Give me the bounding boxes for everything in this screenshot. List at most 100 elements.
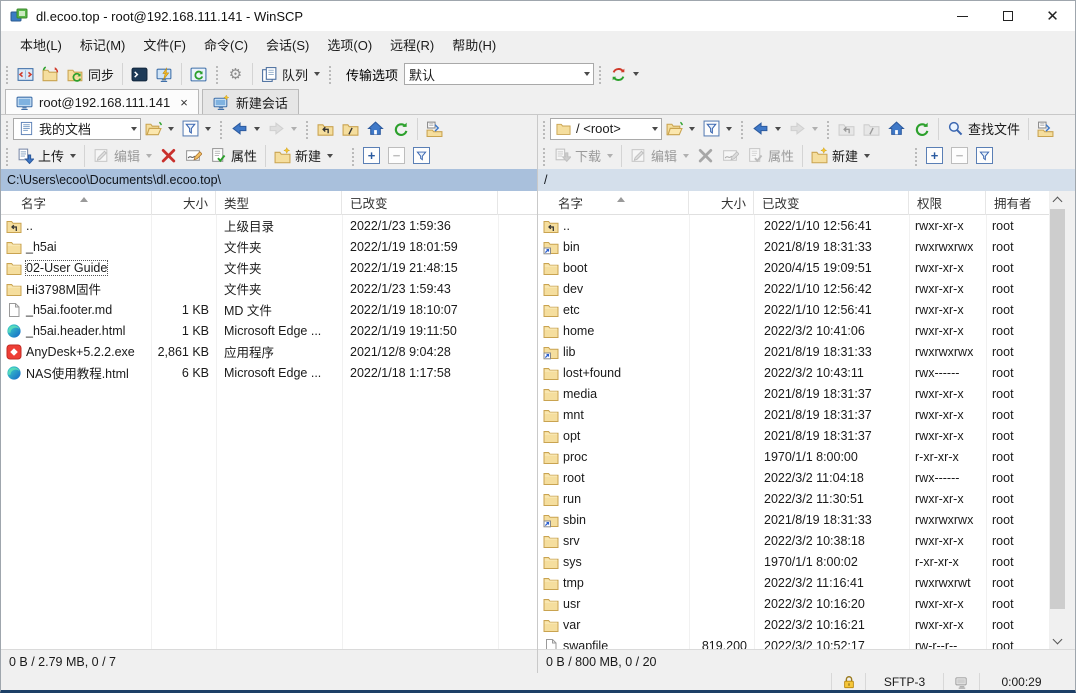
toolbar-grip[interactable] (5, 64, 10, 84)
remote-path-bar[interactable]: / (538, 169, 1076, 191)
remote-parent-directory-button[interactable] (834, 117, 859, 140)
file-row[interactable]: Hi3798M固件文件夹2022/1/23 1:59:43 (1, 278, 537, 299)
remote-back-button[interactable] (748, 117, 785, 140)
file-row[interactable]: lib2021/8/19 18:31:33rwxrwxrwxroot (538, 341, 1049, 362)
file-row[interactable]: root2022/3/2 11:04:18rwx------root (538, 467, 1049, 488)
remote-follow-symlinks-button[interactable] (1033, 117, 1058, 140)
remote-header-name[interactable]: 名字 (538, 191, 689, 215)
local-header-size[interactable]: 大小 (152, 191, 216, 215)
scrollbar-thumb[interactable] (1050, 209, 1065, 609)
refresh-session-button[interactable] (186, 63, 211, 86)
local-rename-button[interactable] (181, 144, 206, 167)
tab-new-session[interactable]: 新建会话 (202, 89, 299, 114)
maximize-button[interactable] (985, 1, 1030, 31)
toolbar-grip[interactable] (328, 64, 333, 84)
resize-grip[interactable] (1063, 673, 1075, 691)
file-row[interactable]: bin2021/8/19 18:31:33rwxrwxrwxroot (538, 236, 1049, 257)
local-selection-filter-button[interactable] (409, 144, 434, 167)
file-row[interactable]: boot2020/4/15 19:09:51rwxr-xr-xroot (538, 257, 1049, 278)
scrollbar-up-icon[interactable] (1049, 191, 1066, 208)
local-back-button[interactable] (227, 117, 264, 140)
remote-scrollbar[interactable] (1049, 191, 1066, 649)
remote-forward-button[interactable] (785, 117, 822, 140)
file-row[interactable]: ..2022/1/10 12:56:41rwxr-xr-xroot (538, 215, 1049, 236)
file-row[interactable]: proc1970/1/1 8:00:00r-xr-xr-xroot (538, 446, 1049, 467)
remote-header-size[interactable]: 大小 (689, 191, 754, 215)
queue-button[interactable]: 队列 (257, 62, 324, 87)
synchronize-button[interactable]: 同步 (63, 62, 118, 87)
file-row[interactable]: lost+found2022/3/2 10:43:11rwx------root (538, 362, 1049, 383)
file-row[interactable]: tmp2022/3/2 11:16:41rwxrwxrwtroot (538, 572, 1049, 593)
scrollbar-down-icon[interactable] (1049, 632, 1066, 649)
remote-select-button[interactable]: + (922, 144, 947, 167)
menu-local[interactable]: 本地(L) (11, 31, 71, 58)
synchronize-browsing-button[interactable] (38, 63, 63, 86)
menu-command[interactable]: 命令(C) (195, 31, 257, 58)
file-row[interactable]: srv2022/3/2 10:38:18rwxr-xr-xroot (538, 530, 1049, 551)
remote-header-owner[interactable]: 拥有者 (986, 191, 1049, 215)
remote-new-button[interactable]: 新建 (807, 143, 874, 168)
local-delete-button[interactable] (156, 144, 181, 167)
menu-help[interactable]: 帮助(H) (443, 31, 505, 58)
toolbar-grip[interactable] (914, 146, 919, 166)
menu-mark[interactable]: 标记(M) (71, 31, 135, 58)
menu-file[interactable]: 文件(F) (134, 31, 195, 58)
file-row[interactable]: _h5ai文件夹2022/1/19 18:01:59 (1, 236, 537, 257)
find-files-button[interactable]: 查找文件 (943, 116, 1024, 141)
remote-edit-button[interactable]: 编辑 (626, 143, 693, 168)
file-row[interactable]: AnyDesk+5.2.2.exe2,861 KB应用程序2021/12/8 9… (1, 341, 537, 362)
toolbar-grip[interactable] (740, 119, 745, 139)
remote-open-directory-button[interactable] (662, 117, 699, 140)
remote-header-perm[interactable]: 权限 (909, 191, 986, 215)
toolbar-grip[interactable] (542, 146, 547, 166)
file-row[interactable]: run2022/3/2 11:30:51rwxr-xr-xroot (538, 488, 1049, 509)
local-path-bar[interactable]: C:\Users\ecoo\Documents\dl.ecoo.top\ (1, 169, 537, 191)
remote-home-button[interactable] (884, 117, 909, 140)
remote-rename-button[interactable] (718, 144, 743, 167)
file-row[interactable]: usr2022/3/2 10:16:20rwxr-xr-xroot (538, 593, 1049, 614)
file-row[interactable]: _h5ai.footer.md1 KBMD 文件2022/1/19 18:10:… (1, 299, 537, 320)
local-header-changed[interactable]: 已改变 (342, 191, 498, 215)
file-row[interactable]: media2021/8/19 18:31:37rwxr-xr-xroot (538, 383, 1049, 404)
toolbar-grip[interactable] (305, 119, 310, 139)
download-button[interactable]: 下载 (550, 143, 617, 168)
toolbar-grip[interactable] (351, 146, 356, 166)
toolbar-grip[interactable] (5, 119, 10, 139)
file-row[interactable]: var2022/3/2 10:16:21rwxr-xr-xroot (538, 614, 1049, 635)
close-button[interactable]: ✕ (1030, 1, 1075, 31)
file-row[interactable]: ..上级目录2022/1/23 1:59:36 (1, 215, 537, 236)
local-open-directory-button[interactable] (141, 117, 178, 140)
file-row[interactable]: dev2022/1/10 12:56:42rwxr-xr-xroot (538, 278, 1049, 299)
remote-refresh-button[interactable] (909, 117, 934, 140)
local-parent-directory-button[interactable] (313, 117, 338, 140)
local-header-name[interactable]: 名字 (1, 191, 152, 215)
remote-directory-combobox[interactable]: / <root> (550, 118, 662, 140)
file-row[interactable]: 02-User Guide文件夹2022/1/19 21:48:15 (1, 257, 537, 278)
file-row[interactable]: sys1970/1/1 8:00:02r-xr-xr-xroot (538, 551, 1049, 572)
local-drive-combobox[interactable]: 我的文档 (13, 118, 141, 140)
file-row[interactable]: home2022/3/2 10:41:06rwxr-xr-xroot (538, 320, 1049, 341)
remote-root-directory-button[interactable] (859, 117, 884, 140)
toolbar-grip[interactable] (5, 146, 10, 166)
menu-session[interactable]: 会话(S) (257, 31, 318, 58)
toolbar-grip[interactable] (215, 64, 220, 84)
local-new-button[interactable]: 新建 (270, 143, 337, 168)
local-root-directory-button[interactable] (338, 117, 363, 140)
remote-header-changed[interactable]: 已改变 (754, 191, 909, 215)
toolbar-grip[interactable] (826, 119, 831, 139)
transfer-settings-combobox[interactable]: 默认 (404, 63, 594, 85)
local-follow-symlinks-button[interactable] (422, 117, 447, 140)
open-terminal-button[interactable] (127, 63, 152, 86)
compare-directories-button[interactable] (13, 63, 38, 86)
local-unselect-button[interactable]: − (384, 144, 409, 167)
toolbar-grip[interactable] (598, 64, 603, 84)
local-refresh-button[interactable] (388, 117, 413, 140)
local-edit-button[interactable]: 编辑 (89, 143, 156, 168)
remote-filter-button[interactable] (699, 117, 736, 140)
local-header-type[interactable]: 类型 (216, 191, 342, 215)
tab-session[interactable]: root@192.168.111.141 × (5, 89, 199, 114)
file-row[interactable]: sbin2021/8/19 18:31:33rwxrwxrwxroot (538, 509, 1049, 530)
file-row[interactable]: opt2021/8/19 18:31:37rwxr-xr-xroot (538, 425, 1049, 446)
remote-selection-filter-button[interactable] (972, 144, 997, 167)
preferences-button[interactable]: ⚙ (223, 63, 248, 86)
